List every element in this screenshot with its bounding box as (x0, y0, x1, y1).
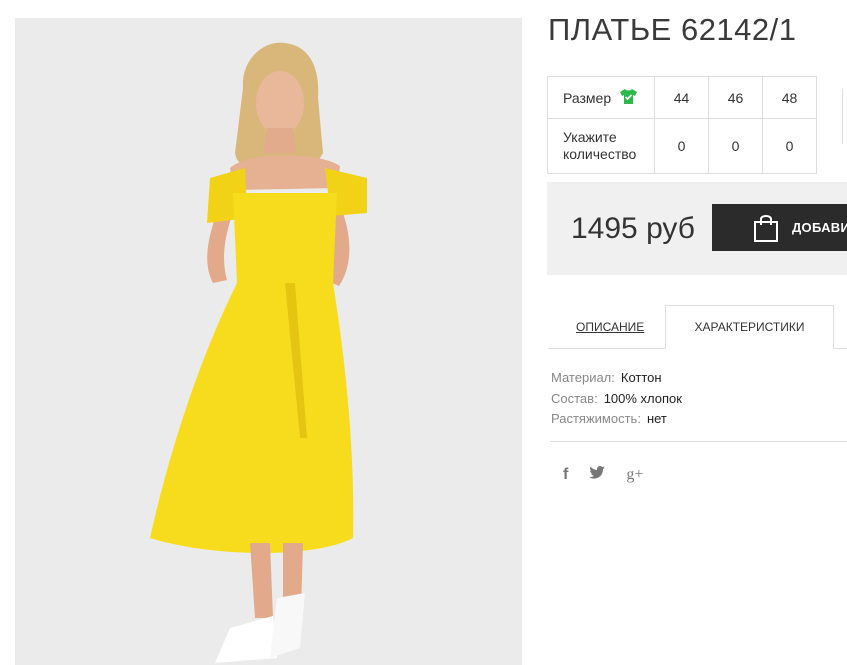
purchase-box: 1495 руб ДОБАВИТЬ (547, 182, 847, 275)
add-to-cart-label: ДОБАВИТЬ (792, 220, 847, 235)
spec-composition: Состав: 100% хлопок (551, 389, 682, 410)
divider (550, 441, 847, 442)
spec-key: Состав: (551, 390, 598, 406)
size-48: 48 (762, 76, 817, 119)
facebook-icon[interactable]: f (563, 466, 568, 484)
shirt-check-icon[interactable] (619, 88, 638, 108)
spec-key: Материал: (551, 370, 615, 385)
size-46: 46 (708, 76, 763, 119)
product-photo[interactable] (15, 18, 522, 665)
shopping-bag-icon (752, 213, 780, 248)
tab-description[interactable]: ОПИСАНИЕ (576, 320, 644, 334)
google-plus-icon[interactable]: g+ (626, 466, 643, 484)
size-quantity-table: Размер 44 46 48 Укажите количество 0 0 0 (547, 76, 817, 174)
tab-characteristics[interactable]: ХАРАКТЕРИСТИКИ (665, 305, 834, 349)
quantity-label-line1: Укажите (563, 129, 617, 145)
size-row: Размер 44 46 48 (547, 76, 817, 119)
product-image (15, 18, 522, 665)
quantity-input-48[interactable]: 0 (762, 118, 817, 174)
product-title: ПЛАТЬЕ 62142/1 (548, 12, 797, 47)
quantity-input-44[interactable]: 0 (654, 118, 709, 174)
spec-key: Растяжимость: (551, 411, 641, 426)
add-to-cart-button[interactable]: ДОБАВИТЬ (712, 204, 847, 251)
price: 1495 руб (571, 212, 695, 245)
characteristics-list: Материал: Коттон Состав: 100% хлопок Растя… (551, 368, 682, 430)
twitter-icon[interactable] (589, 466, 606, 484)
spec-stretch: Растяжимость: нет (551, 409, 682, 430)
quantity-label-cell: Укажите количество (547, 118, 655, 174)
divider (842, 89, 843, 144)
size-label: Размер (563, 89, 612, 106)
spec-material: Материал: Коттон (551, 368, 682, 389)
size-44: 44 (654, 76, 709, 119)
product-tabs: ОПИСАНИЕ ХАРАКТЕРИСТИКИ (548, 305, 847, 349)
social-share: f g+ (563, 466, 643, 484)
size-label-cell: Размер (547, 76, 655, 119)
quantity-label-line2: количество (563, 146, 637, 162)
spec-value: 100% хлопок (603, 390, 682, 406)
spec-value: Коттон (620, 370, 662, 385)
quantity-row: Укажите количество 0 0 0 (547, 118, 817, 174)
quantity-input-46[interactable]: 0 (708, 118, 763, 174)
spec-value: нет (646, 411, 667, 426)
